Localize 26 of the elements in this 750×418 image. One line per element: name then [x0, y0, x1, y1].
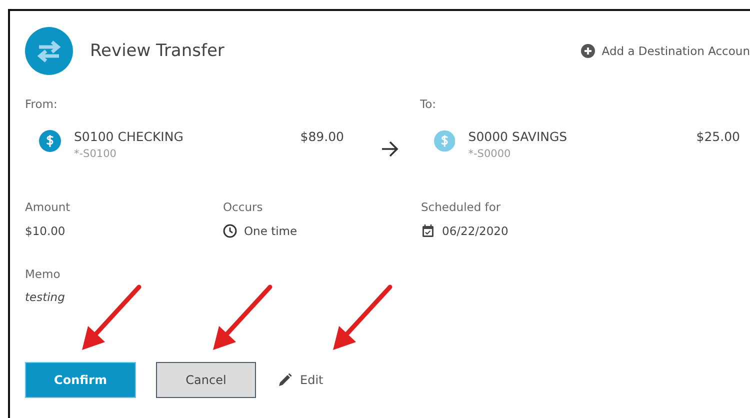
account-number: *-S0100 — [74, 148, 118, 160]
account-name: S0000 SAVINGS — [468, 129, 568, 144]
cancel-button[interactable]: Cancel — [156, 362, 256, 398]
right-arrow-icon — [381, 141, 399, 157]
clock-icon — [223, 224, 237, 238]
account-balance: $25.00 — [695, 129, 740, 144]
detail-label: Occurs — [223, 200, 264, 214]
detail-label: Amount — [25, 200, 72, 214]
memo-label: Memo — [25, 267, 62, 281]
transfer-icon — [25, 27, 73, 75]
pencil-icon — [278, 373, 292, 387]
account-label: From: — [25, 97, 58, 111]
plus-circle-icon — [580, 44, 595, 58]
page-title: Review Transfer — [90, 41, 224, 61]
detail-value: $10.00 — [25, 224, 66, 238]
edit-button[interactable]: Edit — [276, 362, 324, 398]
account-number: *-S0000 — [468, 148, 512, 160]
detail-value: One time — [244, 224, 298, 238]
memo-text: testing — [25, 290, 66, 304]
account-label: To: — [420, 97, 437, 111]
detail-label: Scheduled for — [421, 200, 502, 214]
calendar-icon — [421, 224, 435, 238]
account-balance: $89.00 — [299, 129, 344, 144]
add-destination-link[interactable]: Add a Destination Accoun — [580, 44, 750, 58]
detail-value: 06/22/2020 — [442, 224, 508, 238]
account-name: S0100 CHECKING — [74, 129, 184, 144]
